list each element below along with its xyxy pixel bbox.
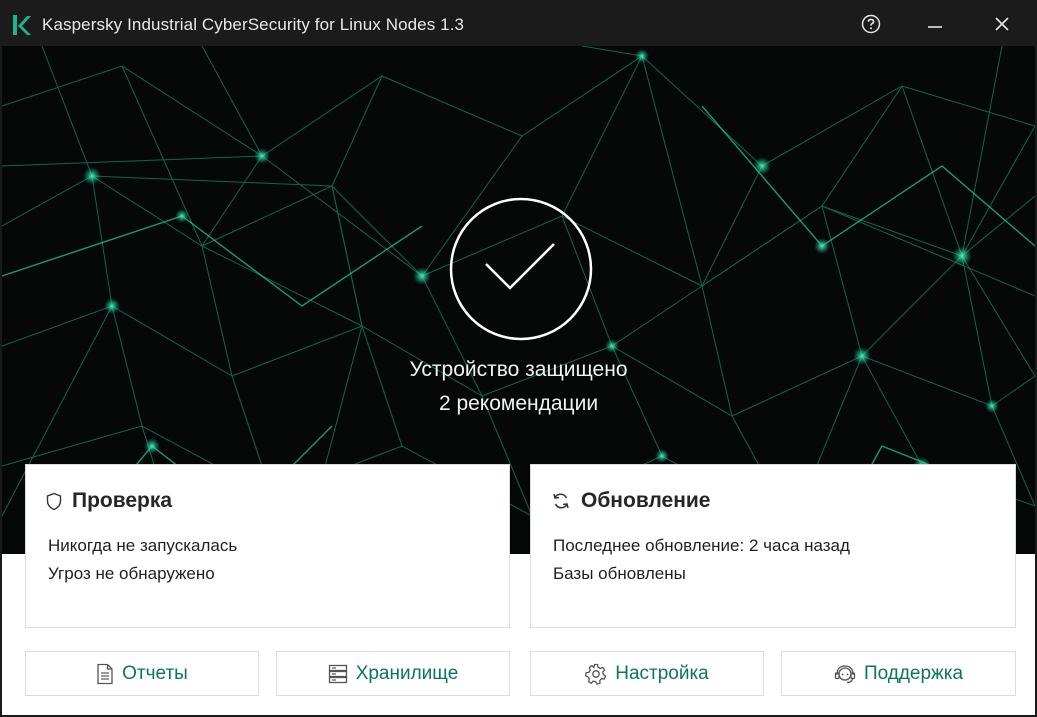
databases-status-text: Базы обновлены bbox=[553, 564, 686, 583]
settings-button-label: Настройка bbox=[615, 662, 709, 684]
update-card-title: Обновление bbox=[581, 489, 711, 512]
app-window: Kaspersky Industrial CyberSecurity for L… bbox=[0, 0, 1037, 717]
help-button[interactable] bbox=[856, 10, 886, 38]
document-icon bbox=[97, 663, 113, 684]
support-button-label: Поддержка bbox=[863, 662, 964, 684]
settings-button[interactable]: Настройка bbox=[530, 651, 764, 696]
last-update-text: Последнее обновление: 2 часа назад bbox=[553, 536, 850, 555]
protection-status-text: Устройство защищено bbox=[409, 358, 628, 381]
shield-icon bbox=[46, 492, 62, 510]
help-icon bbox=[861, 14, 881, 34]
scan-card[interactable]: Проверка Никогда не запускалась Угроз не… bbox=[25, 464, 510, 628]
update-card-header: Обновление bbox=[551, 489, 710, 513]
headset-icon bbox=[834, 664, 856, 683]
minimize-icon bbox=[928, 26, 942, 28]
minimize-button[interactable] bbox=[920, 10, 950, 38]
storage-button-label: Хранилище bbox=[355, 662, 459, 684]
scan-card-title: Проверка bbox=[72, 489, 173, 512]
refresh-icon bbox=[553, 493, 569, 509]
reports-button[interactable]: Отчеты bbox=[25, 651, 259, 696]
gear-icon bbox=[585, 663, 607, 685]
support-button[interactable]: Поддержка bbox=[781, 651, 1016, 696]
scan-last-run-text: Никогда не запускалась bbox=[48, 536, 238, 555]
update-card[interactable]: Обновление Последнее обновление: 2 часа … bbox=[530, 464, 1016, 628]
close-icon bbox=[995, 17, 1009, 31]
close-button[interactable] bbox=[987, 10, 1017, 38]
storage-button[interactable]: Хранилище bbox=[276, 651, 510, 696]
scan-threats-text: Угроз не обнаружено bbox=[48, 564, 215, 583]
window-title: Kaspersky Industrial CyberSecurity for L… bbox=[42, 15, 465, 34]
storage-icon bbox=[328, 664, 347, 683]
kaspersky-logo-icon bbox=[13, 15, 31, 35]
recommendations-link[interactable]: 2 рекомендации bbox=[2, 392, 1035, 416]
scan-card-header: Проверка bbox=[46, 489, 172, 513]
reports-button-label: Отчеты bbox=[122, 662, 188, 684]
title-bar[interactable]: Kaspersky Industrial CyberSecurity for L… bbox=[2, 2, 1035, 46]
checkmark-icon bbox=[449, 197, 593, 341]
